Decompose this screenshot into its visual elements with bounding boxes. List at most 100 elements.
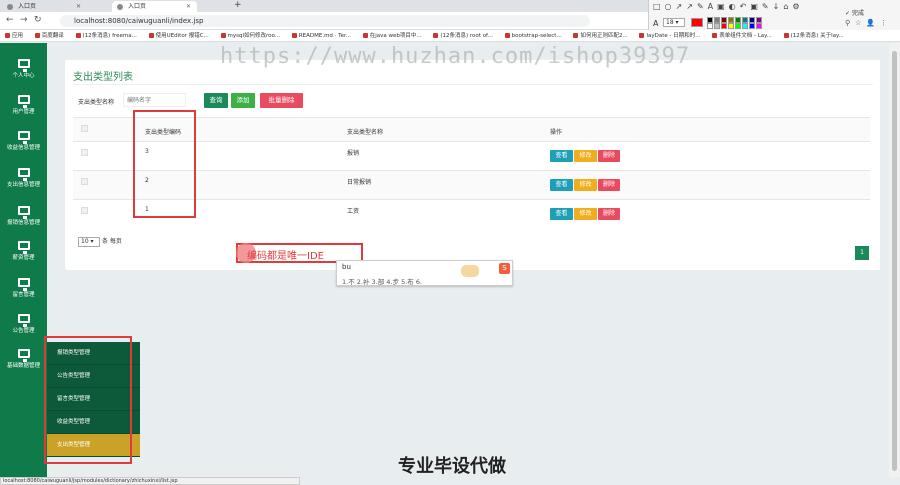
view-button[interactable]: 查看 xyxy=(550,150,573,162)
delete-button[interactable]: 删除 xyxy=(598,179,620,191)
monitor-icon xyxy=(17,349,30,362)
forward-icon[interactable]: → xyxy=(20,15,28,25)
bookmark-item[interactable]: README.md · Ter... xyxy=(292,30,351,41)
page-size-control: 10 ▾ 条 每页 xyxy=(78,236,122,247)
ime-candidate-window: bu 1.不 2.补 3.部 4.步 5.布 6. S xyxy=(336,260,513,286)
sidebar-item-income-management[interactable]: 收益信息管理 xyxy=(0,123,47,159)
bookmark-item[interactable]: 百度翻译 xyxy=(35,30,64,41)
row-checkbox[interactable] xyxy=(81,207,88,214)
status-bar: localhost:8080/caiwuguanli/jsp/modules/d… xyxy=(0,477,300,485)
edit-button[interactable]: 修改 xyxy=(574,208,597,220)
query-button[interactable]: 查询 xyxy=(204,93,228,108)
delete-button[interactable]: 删除 xyxy=(598,208,620,220)
batch-delete-button[interactable]: 批量删除 xyxy=(260,93,303,108)
bookmark-item[interactable]: 表单组件文档 - Lay... xyxy=(712,30,772,41)
monitor-icon xyxy=(17,131,30,144)
sidebar-item-label: 支出信息管理 xyxy=(6,182,40,188)
browser-tab-2[interactable]: 入口页 ✕ xyxy=(112,1,198,12)
color-swatch[interactable] xyxy=(728,23,734,29)
color-swatch[interactable] xyxy=(742,23,748,29)
annotation-highlight-box xyxy=(44,336,132,464)
browser-actions-icon[interactable]: ⚲☆👤⋮ xyxy=(845,19,892,27)
annotation-tools-icon[interactable]: □○↗↗✎A▣◐↶▣✎↓⌂⚙ xyxy=(653,2,804,11)
ime-input-text: bu xyxy=(342,263,351,271)
bookmark-item[interactable]: mysql如何修改roo... xyxy=(221,30,281,41)
scrollbar[interactable] xyxy=(889,43,900,477)
monitor-icon xyxy=(17,168,30,181)
monitor-icon xyxy=(17,206,30,219)
font-size-value: 18 xyxy=(666,19,674,26)
sidebar-item-salary-management[interactable]: 薪资管理 xyxy=(0,233,47,269)
color-swatch[interactable] xyxy=(749,23,755,29)
sidebar-item-label: 用户管理 xyxy=(12,109,35,115)
monitor-icon xyxy=(17,314,30,327)
close-icon[interactable]: ✕ xyxy=(76,3,81,10)
tab-title: 入口页 xyxy=(128,3,147,10)
row-checkbox[interactable] xyxy=(81,178,88,185)
reload-icon[interactable]: ↻ xyxy=(34,15,42,25)
column-header-actions: 操作 xyxy=(550,129,563,136)
current-color-swatch[interactable] xyxy=(691,18,703,27)
tab-title: 入口页 xyxy=(18,3,37,10)
emoji-icon[interactable] xyxy=(461,265,479,277)
sidebar-item-reimbursement-management[interactable]: 报销信息管理 xyxy=(0,198,47,234)
bookmark-item[interactable]: 使用UEditor 报错C... xyxy=(149,30,209,41)
bookmark-item[interactable]: bootstrap-select... xyxy=(505,30,562,41)
edit-button[interactable]: 修改 xyxy=(574,150,597,162)
scrollbar-thumb[interactable] xyxy=(892,51,897,471)
bookmark-item[interactable]: layDate - 日期和时... xyxy=(639,30,700,41)
page-button[interactable]: 1 xyxy=(855,246,869,260)
annotation-text: 编码都是唯一IDE xyxy=(247,251,324,262)
row-name: 日常报销 xyxy=(347,179,372,186)
bookmark-item[interactable]: 应用 xyxy=(5,30,23,41)
sidebar-item-label: 报销信息管理 xyxy=(6,220,40,226)
sidebar-item-label: 收益信息管理 xyxy=(6,145,40,151)
page-size-select[interactable]: 10 ▾ xyxy=(78,237,100,247)
row-checkbox[interactable] xyxy=(81,149,88,156)
bookmark-item[interactable]: 如何用正则匹配2... xyxy=(573,30,627,41)
view-button[interactable]: 查看 xyxy=(550,179,573,191)
font-size-select[interactable]: 18 ▾ xyxy=(663,18,685,27)
sidebar-item-user-management[interactable]: 用户管理 xyxy=(0,87,47,123)
sidebar-item-message-management[interactable]: 留言管理 xyxy=(0,270,47,306)
sidebar-item-basic-data-management[interactable]: 基础数据管理 xyxy=(0,341,47,377)
view-button[interactable]: 查看 xyxy=(550,208,573,220)
color-swatch[interactable] xyxy=(707,23,713,29)
back-icon[interactable]: ← xyxy=(6,15,14,25)
url-input[interactable]: localhost:8080/caiwuguanli/index.jsp xyxy=(60,15,590,27)
monitor-icon xyxy=(17,278,30,291)
close-icon[interactable]: ✕ xyxy=(186,3,191,10)
sidebar-item-notice-management[interactable]: 公告管理 xyxy=(0,306,47,342)
monitor-icon xyxy=(17,241,30,254)
add-button[interactable]: 添加 xyxy=(231,93,255,108)
bookmark-item[interactable]: (12条消息) freema... xyxy=(76,30,137,41)
sidebar-item-personal-center[interactable]: 个人中心 xyxy=(0,51,47,87)
bookmark-item[interactable]: 在java web项目中... xyxy=(363,30,422,41)
sidebar-item-label: 个人中心 xyxy=(12,73,35,79)
done-button[interactable]: ✓ 完成 xyxy=(845,8,864,17)
sogou-logo-icon: S xyxy=(499,263,510,274)
search-label: 支出类型名称 xyxy=(78,99,115,106)
edit-button[interactable]: 修改 xyxy=(574,179,597,191)
delete-button[interactable]: 删除 xyxy=(598,150,620,162)
ime-candidates[interactable]: 1.不 2.补 3.部 4.步 5.布 6. xyxy=(342,276,422,286)
page-size-value: 10 xyxy=(81,238,89,245)
bookmarks-bar: 应用 百度翻译 (12条消息) freema... 使用UEditor 报错C.… xyxy=(0,30,900,42)
text-tool-icon[interactable]: A xyxy=(653,19,658,28)
tab-favicon-icon xyxy=(7,4,13,10)
search-input[interactable] xyxy=(123,93,186,107)
bookmark-item[interactable]: (12条消息) 关于lay... xyxy=(784,30,844,41)
color-swatch[interactable] xyxy=(714,23,720,29)
browser-tab-1[interactable]: 入口页 ✕ xyxy=(2,1,87,12)
sidebar-item-label: 薪资管理 xyxy=(12,255,35,261)
color-swatch[interactable] xyxy=(721,23,727,29)
new-tab-icon[interactable]: + xyxy=(234,0,242,10)
row-name: 工资 xyxy=(347,208,360,215)
page-title: 支出类型列表 xyxy=(73,72,133,83)
select-all-checkbox[interactable] xyxy=(81,125,88,132)
tab-favicon-icon xyxy=(117,4,123,10)
color-swatch[interactable] xyxy=(735,23,741,29)
sidebar-item-expense-management[interactable]: 支出信息管理 xyxy=(0,160,47,196)
bookmark-item[interactable]: (12条消息) root of... xyxy=(433,30,492,41)
color-swatch[interactable] xyxy=(756,23,762,29)
